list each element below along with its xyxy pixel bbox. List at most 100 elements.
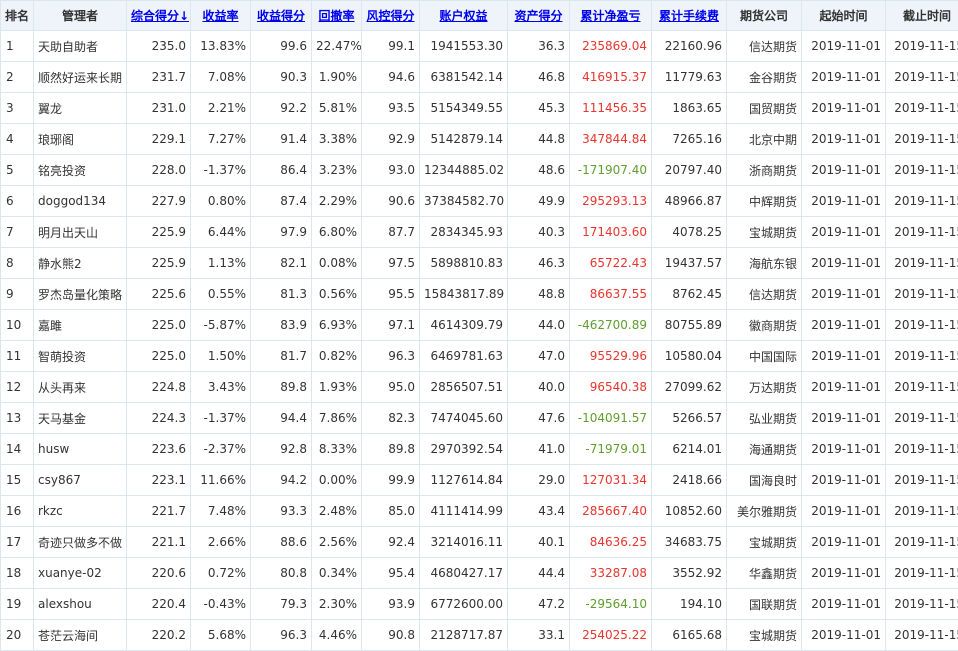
sort-link-return-score[interactable]: 收益得分	[250, 0, 312, 31]
table-row: 20 苍茫云海间 220.2 5.68% 96.3 4.46% 90.8 2128717.87…	[0, 619, 958, 651]
end-date: 2019-11-15	[885, 495, 958, 527]
start-date: 2019-11-01	[801, 123, 886, 155]
rank-cell: 17	[0, 526, 34, 558]
drawdown-rate: 3.38%	[311, 123, 362, 155]
drawdown-rate: 0.56%	[311, 278, 362, 310]
end-date: 2019-11-15	[885, 247, 958, 279]
end-date: 2019-11-15	[885, 92, 958, 124]
asset-score: 47.6	[507, 402, 570, 434]
account-equity: 1127614.84	[419, 464, 508, 496]
net-pnl: 127031.34	[569, 464, 652, 496]
start-date: 2019-11-01	[801, 619, 886, 651]
manager-name: alexshou	[33, 588, 127, 620]
return-rate: -5.87%	[190, 309, 251, 341]
rank-cell: 8	[0, 247, 34, 279]
total-fees: 19437.57	[651, 247, 727, 279]
drawdown-rate: 2.30%	[311, 588, 362, 620]
return-rate: 11.66%	[190, 464, 251, 496]
asset-score: 29.0	[507, 464, 570, 496]
total-fees: 4078.25	[651, 216, 727, 248]
start-date: 2019-11-01	[801, 278, 886, 310]
asset-score: 40.0	[507, 371, 570, 403]
return-score: 94.2	[250, 464, 312, 496]
total-fees: 6165.68	[651, 619, 727, 651]
sort-link-equity[interactable]: 账户权益	[419, 0, 508, 31]
end-date: 2019-11-15	[885, 30, 958, 62]
return-score: 83.9	[250, 309, 312, 341]
sort-link-risk-score[interactable]: 风控得分	[361, 0, 420, 31]
table-row: 10 嘉雎 225.0 -5.87% 83.9 6.93% 97.1 4614309.79 44…	[0, 309, 958, 341]
net-pnl: 295293.13	[569, 185, 652, 217]
account-equity: 2970392.54	[419, 433, 508, 465]
total-fees: 10852.60	[651, 495, 727, 527]
futures-company: 美尔雅期货	[726, 495, 802, 527]
drawdown-rate: 22.47%	[311, 30, 362, 62]
sort-link-fees[interactable]: 累计手续费	[651, 0, 727, 31]
table-row: 8 静水熊2 225.9 1.13% 82.1 0.08% 97.5 5898810.83 46…	[0, 247, 958, 279]
net-pnl: -29564.10	[569, 588, 652, 620]
start-date: 2019-11-01	[801, 464, 886, 496]
table-row: 11 智萌投资 225.0 1.50% 81.7 0.82% 96.3 6469781.63 4…	[0, 340, 958, 372]
account-equity: 5142879.14	[419, 123, 508, 155]
asset-score: 48.6	[507, 154, 570, 186]
risk-score: 99.9	[361, 464, 420, 496]
drawdown-rate: 0.34%	[311, 557, 362, 589]
table-row: 13 天马基金 224.3 -1.37% 94.4 7.86% 82.3 7474045.60…	[0, 402, 958, 434]
rank-cell: 1	[0, 30, 34, 62]
end-date: 2019-11-15	[885, 216, 958, 248]
total-fees: 10580.04	[651, 340, 727, 372]
futures-company: 北京中期	[726, 123, 802, 155]
table-row: 5 铭亮投资 228.0 -1.37% 86.4 3.23% 93.0 12344885.02…	[0, 154, 958, 186]
manager-name: 智萌投资	[33, 340, 127, 372]
risk-score: 95.5	[361, 278, 420, 310]
return-score: 93.3	[250, 495, 312, 527]
account-equity: 15843817.89	[419, 278, 508, 310]
futures-company: 信达期货	[726, 278, 802, 310]
sort-link-return-rate[interactable]: 收益率	[190, 0, 251, 31]
end-date: 2019-11-15	[885, 526, 958, 558]
total-fees: 5266.57	[651, 402, 727, 434]
risk-score: 93.0	[361, 154, 420, 186]
return-score: 92.8	[250, 433, 312, 465]
sort-link-net-pnl[interactable]: 累计净盈亏	[569, 0, 652, 31]
drawdown-rate: 0.00%	[311, 464, 362, 496]
end-date: 2019-11-15	[885, 278, 958, 310]
asset-score: 40.3	[507, 216, 570, 248]
rank-cell: 13	[0, 402, 34, 434]
rank-cell: 9	[0, 278, 34, 310]
risk-score: 90.8	[361, 619, 420, 651]
net-pnl: 84636.25	[569, 526, 652, 558]
sort-link-score[interactable]: 综合得分↓	[126, 0, 191, 31]
total-score: 221.7	[126, 495, 191, 527]
return-rate: 0.55%	[190, 278, 251, 310]
asset-score: 47.0	[507, 340, 570, 372]
return-rate: -0.43%	[190, 588, 251, 620]
manager-name: 明月出天山	[33, 216, 127, 248]
sort-link-drawdown[interactable]: 回撤率	[311, 0, 362, 31]
account-equity: 2834345.93	[419, 216, 508, 248]
rank-cell: 5	[0, 154, 34, 186]
total-score: 224.3	[126, 402, 191, 434]
manager-name: 静水熊2	[33, 247, 127, 279]
risk-score: 95.4	[361, 557, 420, 589]
return-rate: 1.13%	[190, 247, 251, 279]
rank-cell: 6	[0, 185, 34, 217]
total-fees: 22160.96	[651, 30, 727, 62]
account-equity: 5898810.83	[419, 247, 508, 279]
return-rate: -1.37%	[190, 154, 251, 186]
col-header-end: 截止时间	[885, 0, 958, 31]
futures-company: 中辉期货	[726, 185, 802, 217]
sort-link-asset-score[interactable]: 资产得分	[507, 0, 570, 31]
manager-name: 罗杰岛量化策略	[33, 278, 127, 310]
return-rate: 7.08%	[190, 61, 251, 93]
account-equity: 2128717.87	[419, 619, 508, 651]
ranking-table: 排名 管理者 综合得分↓ 收益率 收益得分 回撤率 风控得分 账户权益 资产得分…	[0, 0, 958, 651]
start-date: 2019-11-01	[801, 61, 886, 93]
account-equity: 6381542.14	[419, 61, 508, 93]
end-date: 2019-11-15	[885, 402, 958, 434]
net-pnl: -171907.40	[569, 154, 652, 186]
start-date: 2019-11-01	[801, 402, 886, 434]
table-row: 17 奇迹只做多不做 221.1 2.66% 88.6 2.56% 92.4 3214016.…	[0, 526, 958, 558]
futures-company: 信达期货	[726, 30, 802, 62]
start-date: 2019-11-01	[801, 588, 886, 620]
